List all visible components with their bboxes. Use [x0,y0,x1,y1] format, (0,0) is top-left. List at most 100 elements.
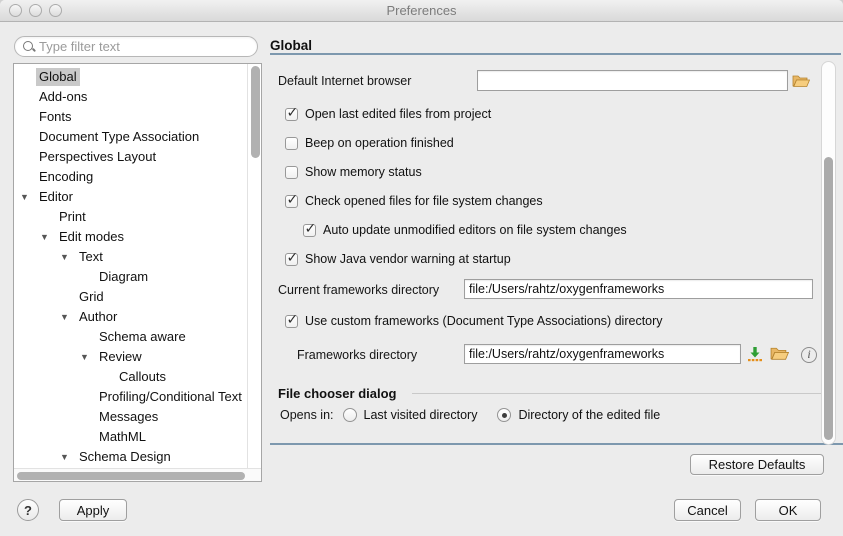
tree-item-edit-modes[interactable]: ▼ Edit modes [14,227,247,247]
expand-triangle-icon[interactable]: ▼ [40,227,49,247]
checkbox[interactable] [303,224,316,237]
tree-item-profiling-conditional-text[interactable]: Profiling/Conditional Text [14,387,247,407]
checkbox-row-4[interactable]: Auto update unmodified editors on file s… [303,222,627,238]
browse-frameworks-folder-icon[interactable] [770,345,789,364]
tree-item-schema-aware[interactable]: Schema aware [14,327,247,347]
checkbox-row-5[interactable]: Show Java vendor warning at startup [285,251,511,267]
checkbox-row-1[interactable]: Beep on operation finished [285,135,454,151]
tree-item-print[interactable]: Print [14,207,247,227]
tree-item-fonts[interactable]: Fonts [14,107,247,127]
checkbox[interactable] [285,195,298,208]
tree-item-grid[interactable]: Grid [14,287,247,307]
checkbox-row-0[interactable]: Open last edited files from project [285,106,491,122]
tree-item-messages[interactable]: Messages [14,407,247,427]
tree-item-label: Editor [36,188,76,206]
default-browser-label: Default Internet browser [278,74,411,88]
frameworks-directory-input[interactable] [464,344,741,364]
tree-item-label: Fonts [36,108,75,126]
checkbox[interactable] [285,108,298,121]
window-title: Preferences [0,3,843,18]
browse-folder-icon[interactable] [792,73,810,91]
default-browser-input[interactable] [477,70,788,91]
use-custom-frameworks-label: Use custom frameworks (Document Type Ass… [305,314,663,328]
tree-item-label: Text [76,248,106,266]
info-icon[interactable]: i [801,347,817,363]
tree-item-label: Author [76,308,120,326]
tree-item-label: Edit modes [56,228,127,246]
radio-label: Last visited directory [364,408,478,422]
tree-item-encoding[interactable]: Encoding [14,167,247,187]
current-frameworks-input[interactable] [464,279,813,299]
use-custom-frameworks-row[interactable]: Use custom frameworks (Document Type Ass… [285,313,663,329]
content-vertical-scrollbar-thumb[interactable] [824,157,833,440]
tree-item-label: Review [96,348,145,366]
tree-item-schema-design[interactable]: ▼Schema Design [14,447,247,467]
tree-item-label: MathML [96,428,149,446]
checkbox-label: Show memory status [305,165,422,179]
tree-item-label: Perspectives Layout [36,148,159,166]
import-frameworks-icon[interactable] [747,346,763,365]
ok-button[interactable]: OK [755,499,821,521]
page-title: Global [270,38,312,53]
apply-button[interactable]: Apply [59,499,127,521]
checkbox-row-3[interactable]: Check opened files for file system chang… [285,193,543,209]
tree-item-label: Add-ons [36,88,90,106]
tree-item-review[interactable]: ▼ Review [14,347,247,367]
expand-triangle-icon[interactable]: ▼ [60,247,69,267]
checkbox-label: Auto update unmodified editors on file s… [323,223,627,237]
checkbox[interactable] [285,253,298,266]
tree-item-label: Print [56,208,89,226]
cancel-button[interactable]: Cancel [674,499,741,521]
tree-item-author[interactable]: ▼ Author [14,307,247,327]
title-bar: Preferences [0,0,843,22]
frameworks-directory-label: Frameworks directory [297,348,417,362]
restore-defaults-button[interactable]: Restore Defaults [690,454,824,475]
help-button[interactable]: ? [17,499,39,521]
radio-directory-of-the-edited-file[interactable] [497,408,511,422]
radio-last-visited-directory[interactable] [343,408,357,422]
tree-item-label: Schema aware [96,328,189,346]
tree-vertical-scrollbar[interactable] [247,64,261,468]
checkbox[interactable] [285,137,298,150]
expand-triangle-icon[interactable]: ▼ [80,347,89,367]
tree-horizontal-scrollbar-thumb[interactable] [17,472,245,480]
expand-triangle-icon[interactable]: ▼ [60,447,69,467]
radio-group: Last visited directoryDirectory of the e… [334,408,661,422]
tree-item-global[interactable]: Global [14,67,247,87]
tree-item-label: Grid [76,288,107,306]
checkbox-label: Beep on operation finished [305,136,454,150]
tree-item-text[interactable]: ▼ Text [14,247,247,267]
checkbox-row-2[interactable]: Show memory status [285,164,422,180]
use-custom-frameworks-checkbox[interactable] [285,315,298,328]
tree-item-perspectives-layout[interactable]: Perspectives Layout [14,147,247,167]
search-input[interactable] [39,39,239,54]
tree-item-label: Global [36,68,80,86]
tree-horizontal-scrollbar[interactable] [14,468,261,481]
content-bottom-rule [270,443,843,445]
tree-item-add-ons[interactable]: Add-ons [14,87,247,107]
tree-vertical-scrollbar-thumb[interactable] [251,66,260,158]
expand-triangle-icon[interactable]: ▼ [60,307,69,327]
header-rule [270,53,841,55]
tree-item-diagram[interactable]: Diagram [14,267,247,287]
filter-search-field[interactable] [14,36,258,57]
preferences-tree: Global Add-ons Fonts Document Type Associat… [13,63,262,482]
preferences-window: Preferences Global Add-ons Fonts Document T… [0,0,843,536]
tree-item-label: Profiling/Conditional Text [96,388,245,406]
checkbox-label: Show Java vendor warning at startup [305,252,511,266]
tree-item-editor[interactable]: ▼ Editor [14,187,247,207]
current-frameworks-label: Current frameworks directory [278,283,439,297]
tree-item-label: Encoding [36,168,96,186]
tree-item-callouts[interactable]: Callouts [14,367,247,387]
file-chooser-section-title: File chooser dialog [278,386,396,401]
tree-item-document-type-association[interactable]: Document Type Association [14,127,247,147]
tree-item-mathml[interactable]: MathML [14,427,247,447]
tree-rows: Global Add-ons Fonts Document Type Associat… [14,64,247,468]
tree-item-label: Document Type Association [36,128,202,146]
content-vertical-scrollbar[interactable] [821,61,836,445]
checkbox-label: Open last edited files from project [305,107,491,121]
checkbox[interactable] [285,166,298,179]
checkbox-label: Check opened files for file system chang… [305,194,543,208]
tree-item-label: Callouts [116,368,169,386]
expand-triangle-icon[interactable]: ▼ [20,187,29,207]
